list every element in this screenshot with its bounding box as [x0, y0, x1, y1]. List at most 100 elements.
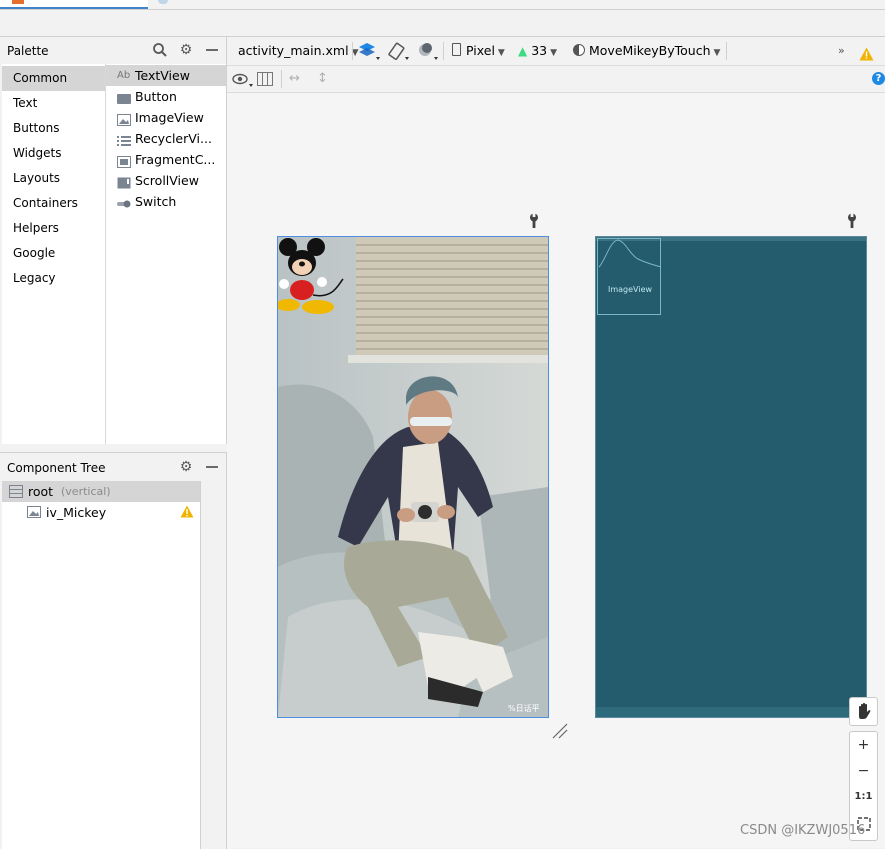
zoom-in-button[interactable]: +	[850, 732, 877, 758]
layout-file-label: activity_main.xml	[238, 43, 349, 58]
device-label: Pixel	[466, 43, 495, 58]
night-mode-icon[interactable]	[416, 41, 438, 61]
tree-node-root[interactable]: root (vertical)	[2, 481, 200, 502]
recyclerview-icon	[117, 132, 131, 146]
imageview-icon	[117, 111, 131, 126]
palette-item-imageview[interactable]: ImageView	[106, 107, 226, 128]
layout-columns-icon[interactable]	[257, 72, 273, 89]
palette-category-containers[interactable]: Containers	[2, 191, 105, 216]
tree-node-label: iv_Mickey	[46, 505, 107, 520]
linear-layout-icon	[9, 485, 23, 501]
palette-item-label: FragmentC...	[135, 152, 216, 167]
phone-icon	[452, 43, 461, 56]
minimize-icon[interactable]	[204, 459, 220, 475]
wrench-icon[interactable]	[846, 213, 858, 233]
palette-category-layouts[interactable]: Layouts	[2, 166, 105, 191]
vertical-resize-icon[interactable]: ↕	[317, 71, 328, 86]
gear-icon[interactable]: ⚙	[178, 459, 194, 475]
component-tree-panel: Component Tree ⚙ root (vertical) iv_Mick…	[0, 452, 227, 849]
imageview-icon	[27, 506, 41, 521]
palette-item-label: RecyclerVi...	[135, 131, 212, 146]
warning-icon[interactable]	[859, 43, 874, 61]
palette-item-button[interactable]: Button	[106, 86, 226, 107]
zoom-out-button[interactable]: −	[850, 758, 877, 784]
hand-icon	[850, 698, 877, 724]
minimize-icon[interactable]	[204, 42, 220, 58]
scrollview-icon	[117, 174, 131, 189]
horizontal-resize-icon[interactable]: ↔	[289, 71, 300, 86]
zoom-actual-size-button[interactable]: 1:1	[850, 784, 877, 810]
csdn-watermark: CSDN @IKZWJ0516	[740, 823, 866, 838]
palette-category-buttons[interactable]: Buttons	[2, 116, 105, 141]
tree-node-hint: (vertical)	[61, 485, 111, 498]
palette-panel: Palette ⚙ Common Text Buttons Widgets La…	[0, 37, 227, 444]
android-icon: ▲	[518, 44, 528, 58]
toolbar-separator	[352, 42, 353, 60]
palette-category-helpers[interactable]: Helpers	[2, 216, 105, 241]
palette-header: Palette ⚙	[0, 37, 226, 63]
palette-item-switch[interactable]: Switch	[106, 191, 226, 212]
palette-item-label: ScrollView	[135, 173, 199, 188]
palette-category-legacy[interactable]: Legacy	[2, 266, 105, 291]
view-options-icon[interactable]	[232, 72, 254, 91]
chevron-down-icon: ▼	[550, 48, 558, 58]
palette-item-label: ImageView	[135, 110, 204, 125]
chevron-down-icon: ▼	[497, 48, 505, 58]
palette-item-label: TextView	[135, 68, 190, 83]
textview-icon: Ab	[117, 70, 131, 81]
palette-category-text[interactable]: Text	[2, 91, 105, 116]
palette-item-scrollview[interactable]: ScrollView	[106, 170, 226, 191]
theme-icon	[573, 44, 585, 56]
toolbar-separator	[281, 70, 282, 88]
photo-watermark: %日话平	[508, 704, 540, 713]
wrench-icon[interactable]	[528, 213, 540, 233]
fragment-icon	[117, 153, 131, 168]
tree-node-iv-mickey[interactable]: iv_Mickey	[2, 502, 200, 522]
palette-category-widgets[interactable]: Widgets	[2, 141, 105, 166]
resize-handle-icon[interactable]	[551, 722, 569, 740]
theme-label: MoveMikeyByTouch	[589, 43, 711, 58]
api-level-label: 33	[531, 43, 548, 58]
search-icon[interactable]	[152, 42, 168, 58]
layout-editor-secondary-toolbar: ↔ ↕ ?	[227, 66, 885, 93]
button-icon	[117, 90, 131, 104]
pan-button[interactable]	[849, 697, 878, 726]
palette-item-fragmentcontainer[interactable]: FragmentC...	[106, 149, 226, 170]
toolbar-separator	[443, 42, 444, 60]
toolbar-separator	[726, 42, 727, 60]
component-tree-title: Component Tree	[7, 461, 106, 475]
orientation-icon[interactable]	[387, 41, 409, 61]
warning-icon[interactable]	[180, 505, 194, 521]
design-preview-phone[interactable]: %日话平	[277, 236, 549, 718]
blueprint-image-outline	[598, 239, 662, 268]
palette-category-common[interactable]: Common	[2, 66, 105, 91]
palette-widget-list: Ab TextView Button ImageView RecyclerVi.…	[106, 64, 226, 444]
kotlin-file-icon	[12, 0, 24, 4]
layout-file-dropdown[interactable]: activity_main.xml ▼	[238, 37, 359, 65]
design-blueprint-toggle[interactable]	[358, 41, 380, 61]
palette-item-recyclerview[interactable]: RecyclerVi...	[106, 128, 226, 149]
palette-item-textview[interactable]: Ab TextView	[106, 65, 226, 86]
editor-header-bar	[0, 10, 885, 37]
device-dropdown[interactable]: Pixel ▼	[452, 37, 505, 65]
tree-node-label: root	[28, 484, 54, 499]
blueprint-imageview-label: ImageView	[608, 285, 653, 294]
palette-category-google[interactable]: Google	[2, 241, 105, 266]
chevron-down-icon: ▼	[713, 48, 721, 58]
help-icon[interactable]: ?	[872, 72, 885, 85]
api-level-dropdown[interactable]: ▲ 33 ▼	[518, 37, 557, 65]
blueprint-imageview[interactable]: ImageView	[597, 238, 662, 315]
palette-title: Palette	[7, 44, 49, 58]
palette-item-label: Button	[135, 89, 177, 104]
layout-editor-toolbar: activity_main.xml ▼ Pixel ▼ ▲ 33 ▼ MoveMikey…	[227, 37, 885, 66]
background-photo	[278, 237, 548, 717]
gear-icon[interactable]: ⚙	[178, 42, 194, 58]
theme-dropdown[interactable]: MoveMikeyByTouch ▼	[573, 37, 720, 65]
palette-item-label: Switch	[135, 194, 177, 209]
component-tree-body: root (vertical) iv_Mickey	[2, 481, 201, 849]
toolbar-overflow-button[interactable]: »	[838, 37, 845, 65]
switch-icon	[117, 195, 131, 208]
palette-category-list: Common Text Buttons Widgets Layouts Cont…	[2, 64, 106, 444]
blueprint-nav-bar	[596, 707, 866, 717]
blueprint-preview-phone[interactable]: ImageView	[595, 236, 867, 718]
